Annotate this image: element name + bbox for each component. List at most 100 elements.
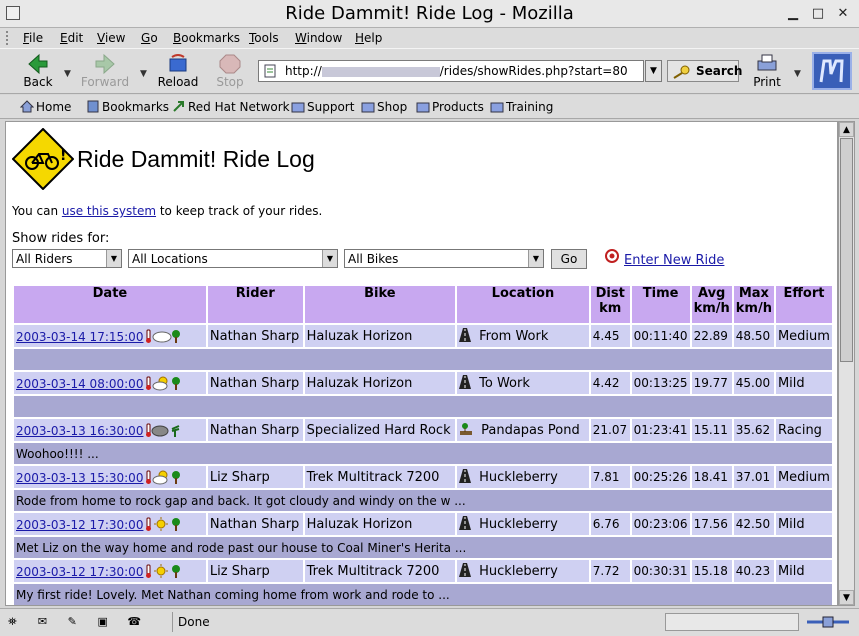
weather-icon: [146, 470, 181, 484]
minimize-icon[interactable]: ▁: [785, 6, 801, 22]
menu-help[interactable]: Help: [355, 31, 382, 45]
header-dist[interactable]: Dist km: [590, 286, 630, 323]
print-dropdown-icon[interactable]: ▼: [794, 69, 801, 79]
header-bike[interactable]: Bike: [304, 286, 456, 323]
reload-button[interactable]: Reload: [153, 53, 203, 93]
new-ride-icon: [605, 249, 619, 263]
menu-window[interactable]: Window: [295, 31, 342, 45]
chat-icon[interactable]: ☎: [127, 615, 147, 631]
bookmarks-label: Bookmarks: [102, 100, 170, 114]
location-filter-select[interactable]: All Locations ▼: [128, 249, 338, 268]
enter-new-ride[interactable]: Enter New Ride: [604, 248, 724, 268]
products-label: Products: [432, 100, 484, 114]
menu-file[interactable]: File: [23, 31, 43, 45]
mozilla-logo[interactable]: [812, 52, 852, 90]
home-label: Home: [36, 100, 72, 114]
use-this-system-link[interactable]: use this system: [62, 204, 156, 218]
composer-icon[interactable]: ✎: [68, 615, 88, 631]
location-name: From Work: [479, 329, 549, 344]
scroll-up-icon[interactable]: ▲: [839, 122, 854, 137]
max-cell: 40.23: [733, 560, 774, 582]
menu-edit[interactable]: Edit: [60, 31, 83, 45]
search-button[interactable]: Search: [667, 60, 743, 82]
status-text: Done: [178, 615, 210, 629]
forward-arrow-icon: [95, 53, 115, 75]
rider-filter-select[interactable]: All Riders ▼: [12, 249, 122, 268]
bookmark-home[interactable]: Home: [19, 100, 72, 114]
location-filter-value: All Locations: [132, 252, 208, 266]
table-row: 2003-03-14 08:00:00 Nathan Sharp Haluzak H…: [14, 372, 832, 394]
show-rides-for-label: Show rides for:: [12, 231, 110, 246]
ride-note-row: My first ride! Lovely. Met Nathan coming…: [14, 584, 832, 605]
url-input[interactable]: http:// /rides/showRides.php?start=80: [258, 60, 644, 82]
page-content: ! Ride Dammit! Ride Log You can use this…: [5, 121, 838, 606]
ride-date-link[interactable]: 2003-03-12 17:30:00: [16, 518, 143, 532]
search-label: Search: [696, 64, 743, 78]
back-label: Back: [23, 75, 53, 89]
forward-history-dropdown-icon[interactable]: ▼: [140, 69, 147, 79]
url-history-dropdown-icon[interactable]: ▼: [645, 60, 662, 82]
menu-tools[interactable]: Tools: [249, 31, 279, 45]
header-date[interactable]: Date: [14, 286, 206, 323]
back-button[interactable]: Back: [13, 53, 63, 93]
bookmark-support[interactable]: Support: [291, 100, 354, 114]
avg-cell: 18.41: [691, 466, 732, 488]
address-book-icon[interactable]: ▣: [97, 615, 117, 631]
bookmark-shop[interactable]: Shop: [361, 100, 407, 114]
enter-new-ride-link[interactable]: Enter New Ride: [624, 253, 724, 268]
vertical-scrollbar[interactable]: ▲ ▼: [838, 121, 855, 606]
ride-date-link[interactable]: 2003-03-13 15:30:00: [16, 471, 143, 485]
forward-button[interactable]: Forward: [80, 53, 130, 93]
effort-cell: Mild: [775, 560, 832, 582]
forward-label: Forward: [80, 75, 130, 89]
connection-status-icon: [807, 616, 849, 628]
mail-icon[interactable]: ✉: [38, 615, 58, 631]
table-row: 2003-03-12 17:30:00 Liz Sharp Trek Multitr…: [14, 560, 832, 582]
dist-cell: 7.81: [590, 466, 630, 488]
time-cell: 00:25:26: [631, 466, 690, 488]
menu-go[interactable]: Go: [141, 31, 158, 45]
stop-button[interactable]: Stop: [205, 53, 255, 93]
navigator-icon[interactable]: ⛯: [8, 615, 28, 631]
effort-cell: Medium: [775, 325, 832, 347]
ride-date-link[interactable]: 2003-03-12 17:30:00: [16, 565, 143, 579]
link-icon: [173, 101, 184, 112]
back-history-dropdown-icon[interactable]: ▼: [64, 69, 71, 79]
rider-cell: Nathan Sharp: [207, 513, 303, 535]
close-icon[interactable]: ✕: [835, 6, 851, 22]
ride-date-link[interactable]: 2003-03-13 16:30:00: [16, 424, 143, 438]
header-effort[interactable]: Effort: [775, 286, 832, 323]
header-rider[interactable]: Rider: [207, 286, 303, 323]
go-button[interactable]: Go: [551, 249, 587, 269]
location-cell: Pandapas Pond: [457, 419, 589, 441]
page-proxy-icon[interactable]: [263, 64, 277, 78]
ride-date-link[interactable]: 2003-03-14 17:15:00: [16, 330, 143, 344]
menu-view[interactable]: View: [97, 31, 125, 45]
menubar-grip[interactable]: [6, 31, 12, 45]
bookmark-bookmarks[interactable]: Bookmarks: [86, 100, 169, 114]
rider-cell: Liz Sharp: [207, 466, 303, 488]
menu-bookmarks[interactable]: Bookmarks: [173, 31, 240, 45]
ride-date-link[interactable]: 2003-03-14 08:00:00: [16, 377, 143, 391]
header-location[interactable]: Location: [457, 286, 589, 323]
bike-cell: Specialized Hard Rock: [304, 419, 456, 441]
header-time[interactable]: Time: [631, 286, 690, 323]
scrollbar-thumb[interactable]: [840, 138, 853, 362]
rider-cell: Nathan Sharp: [207, 372, 303, 394]
header-avg[interactable]: Avg km/h: [691, 286, 732, 323]
bookmark-products[interactable]: Products: [416, 100, 484, 114]
maximize-icon[interactable]: □: [810, 6, 826, 22]
bookmark-training[interactable]: Training: [490, 100, 553, 114]
header-max[interactable]: Max km/h: [733, 286, 774, 323]
print-button[interactable]: Print: [742, 53, 792, 93]
bike-filter-select[interactable]: All Bikes ▼: [344, 249, 544, 268]
date-cell: 2003-03-13 16:30:00: [14, 419, 206, 441]
weather-icon: [146, 423, 180, 437]
rides-table-body: 2003-03-14 17:15:00 Nathan Sharp Haluzak H…: [14, 325, 832, 605]
scroll-down-icon[interactable]: ▼: [839, 590, 854, 605]
rider-cell: Nathan Sharp: [207, 419, 303, 441]
chevron-down-icon: ▼: [106, 250, 121, 267]
road-icon: [459, 469, 472, 483]
bookmark-red-hat-network[interactable]: Red Hat Network: [172, 100, 290, 114]
bike-filter-value: All Bikes: [348, 252, 399, 266]
